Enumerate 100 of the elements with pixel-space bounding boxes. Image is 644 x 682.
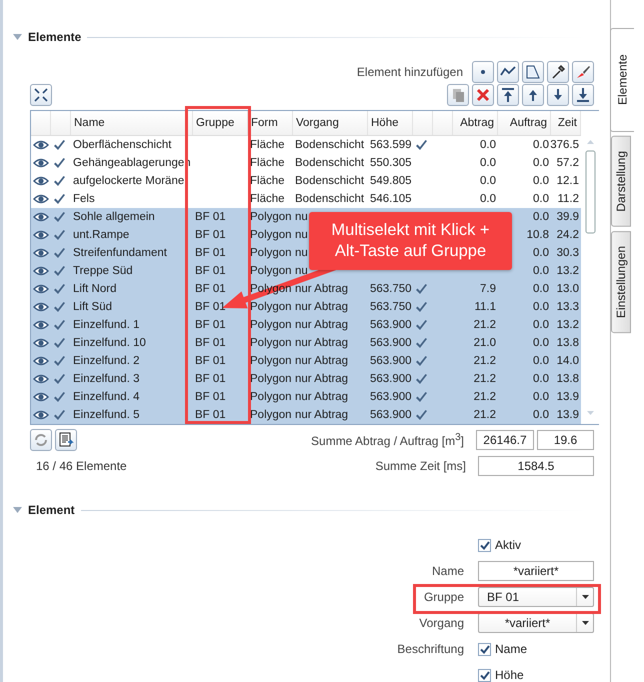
eye-icon[interactable] <box>33 158 49 168</box>
eye-icon[interactable] <box>33 302 49 312</box>
table-cell: BF 01 <box>195 229 226 241</box>
check-icon <box>53 302 66 312</box>
eye-icon[interactable] <box>33 374 49 384</box>
table-cell: aufgelockerte Moräne <box>73 175 184 187</box>
table-cell: Fläche <box>250 139 285 151</box>
column-header[interactable]: Form <box>251 117 278 129</box>
export-list-button[interactable] <box>55 429 77 451</box>
add-area-button[interactable] <box>522 61 544 83</box>
name-field[interactable]: *variiert* <box>478 561 594 581</box>
polygon-icon <box>525 64 541 80</box>
brush-button[interactable] <box>572 61 594 83</box>
eye-icon[interactable] <box>33 266 49 276</box>
eye-icon[interactable] <box>33 284 49 294</box>
table-cell: 0.0 <box>533 247 549 259</box>
table-cell: Polygon <box>250 229 292 241</box>
group-label: Gruppe <box>422 590 464 604</box>
table-cell: BF 01 <box>195 373 226 385</box>
move-bottom-button[interactable] <box>572 84 594 106</box>
fixed-check-icon <box>415 410 428 420</box>
table-cell: nu <box>295 247 308 259</box>
check-icon <box>53 212 66 222</box>
table-cell: 563.750 <box>370 283 412 295</box>
table-cell: Einzelfund. 4 <box>73 391 140 403</box>
refresh-icon <box>33 432 49 448</box>
eye-icon[interactable] <box>33 392 49 402</box>
column-header[interactable]: Höhe <box>371 117 398 129</box>
check-icon <box>53 158 66 168</box>
check-icon <box>53 320 66 330</box>
table-cell: nu <box>295 265 308 277</box>
vorgang-dropdown[interactable]: *variiert* <box>478 613 594 633</box>
table-row[interactable]: Einzelfund. 10 BF 01 Polygon nur Abtrag 563.900 21.0 0.0 13.8 <box>31 334 581 352</box>
move-up-button[interactable] <box>522 84 544 106</box>
table-row[interactable]: Lift Süd BF 01 Polygon nur Abtrag 563.750 11.1 0.0 13.3 <box>31 298 581 316</box>
eye-icon[interactable] <box>33 410 49 420</box>
table-cell: 376.5 <box>550 139 579 151</box>
zoom-to-fit-button[interactable] <box>30 84 52 106</box>
column-header[interactable]: Zeit <box>558 117 577 129</box>
table-row[interactable]: Einzelfund. 1 BF 01 Polygon nur Abtrag 563.900 21.2 0.0 13.2 <box>31 316 581 334</box>
column-header[interactable]: Abtrag <box>460 117 494 129</box>
label-option-checkbox[interactable]: Name <box>478 639 594 659</box>
eye-icon[interactable] <box>33 230 49 240</box>
side-tab[interactable]: Elemente <box>610 28 634 132</box>
table-cell: unt.Rampe <box>73 229 130 241</box>
column-header[interactable]: Gruppe <box>196 117 234 129</box>
side-tab[interactable]: Darstellung <box>611 136 631 227</box>
table-cell: Sohle allgemein <box>73 211 155 223</box>
table-cell: 13.3 <box>556 301 579 313</box>
table-cell: Oberflächenschicht <box>73 139 172 151</box>
eye-icon[interactable] <box>33 176 49 186</box>
table-cell: BF 01 <box>195 283 226 295</box>
eye-icon[interactable] <box>33 212 49 222</box>
table-cell: Bodenschicht <box>295 157 364 169</box>
column-header[interactable]: Auftrag <box>510 117 547 129</box>
side-tab[interactable]: Einstellungen <box>611 230 631 333</box>
eye-icon[interactable] <box>33 356 49 366</box>
table-cell: nur Abtrag <box>295 373 348 385</box>
table-row[interactable]: Einzelfund. 3 BF 01 Polygon nur Abtrag 563.900 21.2 0.0 13.8 <box>31 370 581 388</box>
move-top-button[interactable] <box>497 84 519 106</box>
eye-icon[interactable] <box>33 320 49 330</box>
add-line-button[interactable] <box>497 61 519 83</box>
eye-icon[interactable] <box>33 248 49 258</box>
table-cell: 30.3 <box>556 247 579 259</box>
table-cell: Einzelfund. 5 <box>73 409 140 421</box>
table-cell: Treppe Süd <box>73 265 133 277</box>
table-cell: Einzelfund. 1 <box>73 319 140 331</box>
table-row[interactable]: Einzelfund. 4 BF 01 Polygon nur Abtrag 563.900 21.2 0.0 13.9 <box>31 388 581 406</box>
sum-time-label: Summe Zeit [ms] <box>375 459 466 473</box>
checkmark-icon <box>480 540 490 550</box>
column-header[interactable]: Vorgang <box>296 117 339 129</box>
table-cell: 0.0 <box>533 211 549 223</box>
sum-abtrag-field: 26146.7 <box>476 430 534 450</box>
table-cell: 0.0 <box>533 337 549 349</box>
table-cell: 563.900 <box>370 409 412 421</box>
table-cell: nu <box>295 211 308 223</box>
table-row[interactable]: Einzelfund. 5 BF 01 Polygon nur Abtrag 563.900 21.2 0.0 13.9 <box>31 406 581 424</box>
table-cell: nur Abtrag <box>295 391 348 403</box>
table-cell: 0.0 <box>533 301 549 313</box>
table-cell: nur Abtrag <box>295 283 348 295</box>
delete-button[interactable] <box>472 84 494 106</box>
eye-icon[interactable] <box>33 140 49 150</box>
table-row[interactable]: Einzelfund. 2 BF 01 Polygon nur Abtrag 563.900 21.2 0.0 14.0 <box>31 352 581 370</box>
eye-icon[interactable] <box>33 194 49 204</box>
table-cell: Einzelfund. 3 <box>73 373 140 385</box>
eye-icon[interactable] <box>33 338 49 348</box>
column-header[interactable]: Name <box>74 117 105 129</box>
table-cell: Streifenfundament <box>73 247 167 259</box>
pipette-button[interactable] <box>547 61 569 83</box>
table-cell: Einzelfund. 2 <box>73 355 140 367</box>
table-cell: 12.1 <box>556 175 579 187</box>
table-cell: 0.0 <box>533 265 549 277</box>
aktiv-checkbox[interactable]: Aktiv <box>478 535 594 555</box>
group-dropdown[interactable]: BF 01 <box>478 587 594 607</box>
add-point-button[interactable] <box>472 61 494 83</box>
table-cell: 0.0 <box>480 193 496 205</box>
table-cell: Polygon <box>250 355 292 367</box>
move-down-button[interactable] <box>547 84 569 106</box>
document-export-icon <box>58 432 74 448</box>
label-option-checkbox[interactable]: Höhe <box>478 665 594 682</box>
